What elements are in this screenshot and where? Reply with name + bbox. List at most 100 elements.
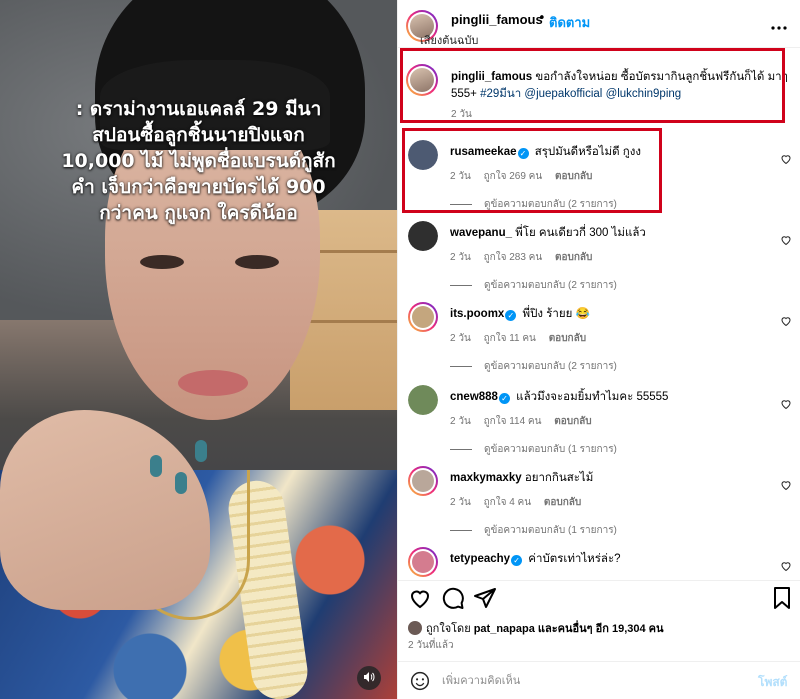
comment-item: tetypeachy ✓ ค่าบัตรเท่าไหร่ล่ะ?	[398, 547, 800, 579]
audio-label[interactable]: เสียงต้นฉบับ	[420, 31, 478, 49]
comment-text: ค่าบัตรเท่าไหร่ล่ะ?	[528, 553, 621, 565]
paper-plane-icon[interactable]	[473, 586, 497, 610]
heart-icon[interactable]	[780, 315, 792, 327]
bookmark-icon[interactable]	[770, 586, 794, 610]
view-replies-label: ดูข้อความตอบกลับ (2 รายการ)	[484, 361, 617, 372]
comment-likes[interactable]: ถูกใจ 11 คน	[484, 333, 536, 344]
comment-meta: 2 วัน ถูกใจ 4 คน ตอบกลับ	[450, 495, 591, 510]
author-username[interactable]: pinglii_famous	[451, 12, 543, 27]
painted-nail	[150, 455, 162, 477]
hand	[0, 410, 210, 610]
view-replies-button[interactable]: ดูข้อความตอบกลับ (1 รายการ)	[450, 523, 617, 538]
comment-item: wavepanu_ พี่โย คนเดียวกี่ 300 ไม่แล้ว 2…	[398, 221, 800, 303]
view-replies-button[interactable]: ดูข้อความตอบกลับ (2 รายการ)	[450, 278, 617, 293]
comment-likes[interactable]: ถูกใจ 4 คน	[484, 497, 532, 508]
commenter-avatar[interactable]	[408, 466, 438, 496]
emoji-icon[interactable]	[410, 671, 430, 691]
comment-meta: 2 วัน ถูกใจ 269 คน ตอบกลับ	[450, 169, 602, 184]
overlay-line: คำ เจ็บกว่าคือขายบัตรได้ 900	[71, 176, 326, 198]
comment-likes[interactable]: ถูกใจ 269 คน	[484, 171, 543, 182]
follow-button[interactable]: ติดตาม	[549, 12, 590, 33]
commenter-username[interactable]: cnew888	[450, 391, 498, 403]
overlay-line: 10,000 ไม้ ไม่พูดชื่อแบรนด์กูสัก	[61, 150, 336, 172]
comment-text: พี่โย คนเดียวกี่ 300 ไม่แล้ว	[515, 227, 646, 239]
comment-text: พี่ปิง ร้ายย 😂	[522, 308, 590, 320]
caption-timestamp[interactable]: 2 วัน	[451, 107, 472, 122]
comment-input[interactable]	[442, 671, 742, 691]
view-replies-button[interactable]: ดูข้อความตอบกลับ (2 รายการ)	[450, 359, 617, 374]
comment-item: rusameekae ✓ สรุปมันดีหรือไม่ดี กูงง 2 วั…	[398, 140, 800, 222]
comment-time[interactable]: 2 วัน	[450, 252, 471, 263]
heart-icon[interactable]	[780, 560, 792, 572]
post-comment-button[interactable]: โพสต์	[758, 673, 787, 692]
comment-text: อยากกินสะไม้	[524, 472, 594, 484]
view-replies-button[interactable]: ดูข้อความตอบกลับ (1 รายการ)	[450, 442, 617, 457]
more-horizontal-icon[interactable]	[771, 14, 787, 35]
likes-others[interactable]: และคนอื่นๆ อีก	[538, 623, 609, 635]
view-replies-button[interactable]: ดูข้อความตอบกลับ (2 รายการ)	[450, 197, 617, 212]
commenter-username[interactable]: wavepanu_	[450, 227, 512, 239]
verified-badge-icon: ✓	[498, 393, 510, 404]
caption-username[interactable]: pinglii_famous	[451, 71, 532, 83]
action-bar	[398, 580, 800, 614]
caption-text: pinglii_famous ขอกำลังใจหน่อย ซื้อบัตรมา…	[451, 69, 791, 103]
commenter-username[interactable]: rusameekae	[450, 146, 517, 158]
verified-badge-icon: ✓	[505, 310, 517, 321]
replies-dash	[450, 203, 472, 205]
commenter-username[interactable]: tetypeachy	[450, 553, 510, 565]
eye	[235, 255, 279, 269]
comment-time[interactable]: 2 วัน	[450, 416, 471, 427]
comment-time[interactable]: 2 วัน	[450, 171, 471, 182]
likes-count[interactable]: 19,304 คน	[612, 623, 664, 635]
lips	[178, 370, 248, 396]
caption-author-avatar[interactable]	[406, 64, 438, 96]
comment-item: cnew888 ✓ แล้วมึงจะอมยิ้มทำไมคะ 55555 2 ว…	[398, 385, 800, 467]
comment-icon[interactable]	[441, 586, 465, 610]
commenter-avatar[interactable]	[408, 221, 438, 251]
caption-hashtag[interactable]: #29มีนา	[480, 88, 521, 100]
reply-button[interactable]: ตอบกลับ	[549, 333, 586, 344]
view-replies-label: ดูข้อความตอบกลับ (1 รายการ)	[484, 525, 617, 536]
heart-icon[interactable]	[780, 398, 792, 410]
view-replies-label: ดูข้อความตอบกลับ (2 รายการ)	[484, 199, 617, 210]
comment-text: แล้วมึงจะอมยิ้มทำไมคะ 55555	[516, 391, 669, 403]
commenter-username[interactable]: its.poomx	[450, 308, 504, 320]
comment-line: its.poomx ✓ พี่ปิง ร้ายย 😂	[450, 307, 770, 322]
post-timestamp[interactable]: 2 วันที่แล้ว	[408, 638, 454, 653]
comment-likes[interactable]: ถูกใจ 114 คน	[484, 416, 542, 427]
heart-icon[interactable]	[780, 153, 792, 165]
heart-icon[interactable]	[780, 479, 792, 491]
replies-dash	[450, 365, 472, 367]
painted-nail	[175, 472, 187, 494]
comment-likes[interactable]: ถูกใจ 283 คน	[484, 252, 543, 263]
post-media[interactable]: : ดราม่างานเอแคลล์ 29 มีนา สปอนซื้อลูกชิ…	[0, 0, 397, 699]
view-replies-label: ดูข้อความตอบกลับ (2 รายการ)	[484, 280, 617, 291]
caption-mention[interactable]: @juepakofficial	[524, 88, 602, 100]
commenter-avatar[interactable]	[408, 385, 438, 415]
reply-button[interactable]: ตอบกลับ	[555, 252, 592, 263]
reply-button[interactable]: ตอบกลับ	[544, 497, 581, 508]
reply-button[interactable]: ตอบกลับ	[554, 416, 591, 427]
comment-meta: 2 วัน ถูกใจ 283 คน ตอบกลับ	[450, 250, 602, 265]
replies-dash	[450, 448, 472, 450]
likes-summary[interactable]: ถูกใจโดย pat_napapa และคนอื่นๆ อีก 19,30…	[408, 619, 664, 637]
replies-dash	[450, 284, 472, 286]
eye	[140, 255, 184, 269]
painted-nail	[195, 440, 207, 462]
comment-line: cnew888 ✓ แล้วมึงจะอมยิ้มทำไมคะ 55555	[450, 390, 770, 405]
commenter-avatar[interactable]	[408, 302, 438, 332]
commenter-username[interactable]: maxkymaxky	[450, 472, 522, 484]
liker-username[interactable]: pat_napapa	[474, 623, 535, 635]
speaker-icon[interactable]	[357, 666, 381, 690]
heart-icon[interactable]	[408, 586, 432, 610]
commenter-avatar[interactable]	[408, 140, 438, 170]
comment-meta: 2 วัน ถูกใจ 114 คน ตอบกลับ	[450, 414, 602, 429]
comment-time[interactable]: 2 วัน	[450, 333, 471, 344]
reply-button[interactable]: ตอบกลับ	[555, 171, 592, 182]
post-sidebar: pinglii_famous • ติดตาม เสียงต้นฉบับ pin…	[397, 0, 800, 699]
video-overlay-text: : ดราม่างานเอแคลล์ 29 มีนา สปอนซื้อลูกชิ…	[20, 96, 377, 226]
heart-icon[interactable]	[780, 234, 792, 246]
comment-time[interactable]: 2 วัน	[450, 497, 471, 508]
commenter-avatar[interactable]	[408, 547, 438, 577]
caption-mention[interactable]: @lukchin9ping	[606, 88, 682, 100]
